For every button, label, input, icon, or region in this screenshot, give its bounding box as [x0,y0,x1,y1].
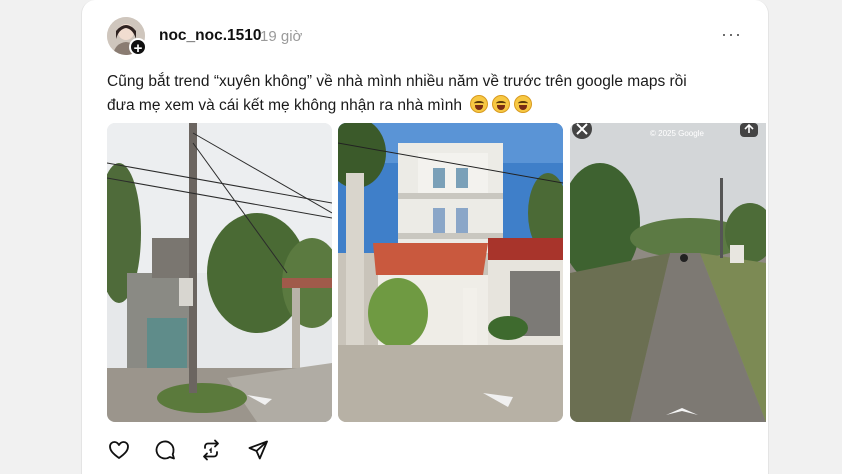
google-watermark: © 2025 Google [650,129,704,138]
follow-plus-icon[interactable]: + [129,38,147,57]
post-text-line-1: Cũng bắt trend “xuyên không” về nhà mình… [107,73,687,90]
comment-icon[interactable] [154,439,176,461]
more-options-icon[interactable]: ··· [721,24,742,45]
grinning-sweat-emoji-icon [492,95,511,113]
grinning-sweat-emoji-icon [470,95,489,113]
post-text: Cũng bắt trend “xuyên không” về nhà mình… [107,70,747,118]
photo-3[interactable]: © 2025 Google [570,123,766,422]
grinning-sweat-emoji-icon [514,95,533,113]
photo-2[interactable] [338,123,563,422]
post-time: 19 giờ [260,28,303,45]
post-text-line-2-content: đưa mẹ xem và cái kết mẹ không nhận ra n… [107,97,463,114]
post-text-line-2: đưa mẹ xem và cái kết mẹ không nhận ra n… [107,94,747,118]
share-icon[interactable] [247,439,269,461]
username[interactable]: noc_noc.1510 [159,27,262,45]
photo-1[interactable] [107,123,332,422]
like-icon[interactable] [108,439,130,461]
repost-icon[interactable] [200,439,222,461]
